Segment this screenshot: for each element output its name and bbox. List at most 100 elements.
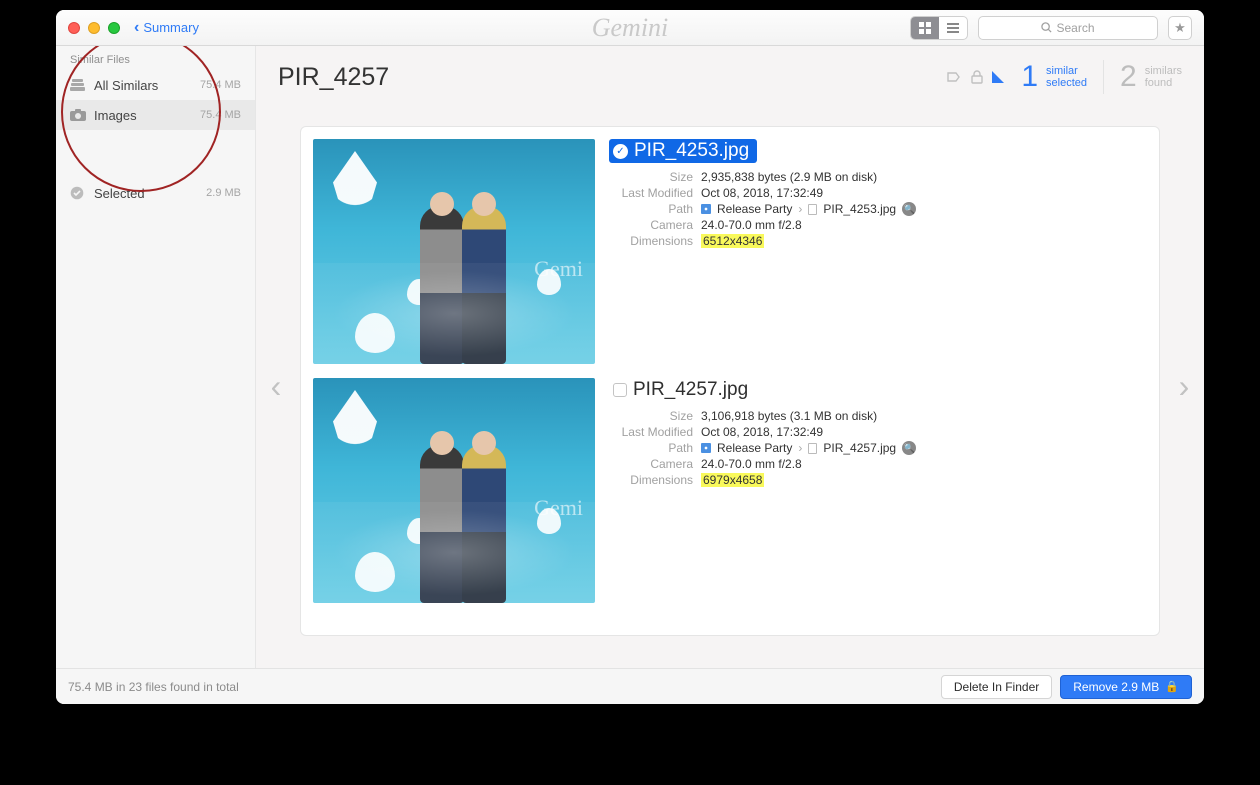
footer: 75.4 MB in 23 files found in total Delet… [56, 668, 1204, 704]
file-row: Gemi ✓ PIR_4253.jpg Size 2,935,838 bytes … [313, 139, 1147, 364]
meta-key: Camera [609, 457, 693, 471]
view-toggle [910, 16, 968, 40]
meta-value: Oct 08, 2018, 17:32:49 [701, 425, 823, 439]
sidebar-item-size: 75.4 MB [200, 79, 241, 91]
lock-icon: 🔒 [1165, 680, 1179, 693]
stat-found: 2 similarsfound [1120, 60, 1182, 94]
thumbnail-image[interactable]: Gemi [313, 139, 595, 364]
favorites-button[interactable]: ★ [1168, 16, 1192, 40]
meta-value-path: Release Party › PIR_4257.jpg 🔍 [701, 441, 916, 455]
app-window: ‹ Summary Gemini Search ★ Simila [56, 10, 1204, 704]
grid-icon [919, 22, 931, 34]
file-details: PIR_4257.jpg Size 3,106,918 bytes (3.1 MB… [609, 378, 1147, 603]
delete-in-finder-button[interactable]: Delete In Finder [941, 675, 1052, 699]
sidebar-item-label: Selected [94, 186, 145, 201]
search-placeholder: Search [1056, 21, 1094, 35]
sidebar-item-label: Images [94, 108, 137, 123]
stack-icon [70, 79, 86, 92]
file-details: ✓ PIR_4253.jpg Size 2,935,838 bytes (2.9 … [609, 139, 1147, 364]
folder-icon [701, 204, 711, 214]
meta-key: Path [609, 202, 693, 216]
tool-icons [947, 70, 1005, 84]
sidebar-item-selected[interactable]: Selected 2.9 MB [56, 178, 255, 208]
chevron-right-icon: › [798, 202, 802, 216]
file-metadata: Size3,106,918 bytes (3.1 MB on disk) Las… [609, 408, 1147, 488]
tag-icon[interactable] [947, 70, 963, 84]
stat-text: similarselected [1046, 65, 1087, 89]
close-window-icon[interactable] [68, 22, 80, 34]
meta-value: 24.0-70.0 mm f/2.8 [701, 457, 802, 471]
meta-key: Dimensions [609, 473, 693, 487]
meta-key: Camera [609, 218, 693, 232]
meta-value: 2,935,838 bytes (2.9 MB on disk) [701, 170, 877, 184]
main-panel: PIR_4257 1 [256, 46, 1204, 668]
meta-key: Size [609, 170, 693, 184]
sidebar-header: Similar Files [56, 50, 255, 70]
file-select-toggle[interactable]: PIR_4257.jpg [609, 378, 756, 402]
sidebar-item-images[interactable]: Images 75.4 MB [56, 100, 255, 130]
folder-icon [701, 443, 711, 453]
zoom-window-icon[interactable] [108, 22, 120, 34]
sidebar-item-label: All Similars [94, 78, 158, 93]
footer-buttons: Delete In Finder Remove 2.9 MB 🔒 [941, 675, 1192, 699]
sidebar-item-all-similars[interactable]: All Similars 75.4 MB [56, 70, 255, 100]
status-text: 75.4 MB in 23 files found in total [68, 680, 239, 694]
content-wrap: ‹ Gemi ✓ PIR_4253. [256, 104, 1204, 668]
reveal-in-finder-button[interactable]: 🔍 [902, 441, 916, 455]
document-icon [808, 443, 817, 454]
meta-value: 6979x4658 [701, 473, 764, 487]
thumbnail-image[interactable]: Gemi [313, 378, 595, 603]
back-label: Summary [143, 20, 199, 35]
meta-key: Dimensions [609, 234, 693, 248]
divider [1103, 60, 1104, 94]
stat-number: 2 [1120, 60, 1137, 94]
meta-value: Oct 08, 2018, 17:32:49 [701, 186, 823, 200]
page-title: PIR_4257 [278, 63, 389, 92]
list-view-button[interactable] [939, 17, 967, 39]
lock-icon[interactable] [971, 70, 983, 84]
meta-key: Size [609, 409, 693, 423]
chevron-right-icon: › [1179, 368, 1190, 405]
next-button[interactable]: › [1164, 368, 1204, 405]
file-name: PIR_4253.jpg [634, 140, 749, 162]
meta-value: 3,106,918 bytes (3.1 MB on disk) [701, 409, 877, 423]
meta-value: 6512x4346 [701, 234, 764, 248]
minimize-window-icon[interactable] [88, 22, 100, 34]
meta-key: Last Modified [609, 186, 693, 200]
sidebar: Similar Files All Similars 75.4 MB Image… [56, 46, 256, 668]
traffic-lights [68, 22, 120, 34]
list-icon [947, 23, 959, 33]
search-input[interactable]: Search [978, 16, 1158, 40]
meta-value: 24.0-70.0 mm f/2.8 [701, 218, 802, 232]
stat-text: similarsfound [1145, 65, 1182, 89]
main-header: PIR_4257 1 [256, 46, 1204, 104]
camera-icon [70, 109, 86, 121]
meta-value-path: Release Party › PIR_4253.jpg 🔍 [701, 202, 916, 216]
chevron-right-icon: › [798, 441, 802, 455]
back-button[interactable]: ‹ Summary [134, 19, 199, 37]
file-metadata: Size 2,935,838 bytes (2.9 MB on disk) Las… [609, 169, 1147, 249]
body: Similar Files All Similars 75.4 MB Image… [56, 46, 1204, 668]
header-right: 1 similarselected 2 similarsfound [947, 60, 1182, 94]
file-name: PIR_4257.jpg [633, 379, 748, 401]
triangle-icon[interactable] [991, 70, 1005, 84]
comparison-card: Gemi ✓ PIR_4253.jpg Size 2,935,838 bytes … [300, 126, 1160, 636]
sidebar-item-size: 2.9 MB [206, 187, 241, 199]
prev-button[interactable]: ‹ [256, 368, 296, 405]
stat-selected: 1 similarselected [1021, 60, 1087, 94]
file-select-toggle[interactable]: ✓ PIR_4253.jpg [609, 139, 757, 163]
checkmark-icon: ✓ [613, 144, 628, 159]
stat-number: 1 [1021, 60, 1038, 94]
sidebar-item-size: 75.4 MB [200, 109, 241, 121]
chevron-left-icon: ‹ [134, 19, 139, 37]
titlebar: ‹ Summary Gemini Search ★ [56, 10, 1204, 46]
star-icon: ★ [1174, 20, 1186, 36]
grid-view-button[interactable] [911, 17, 939, 39]
titlebar-right: Search ★ [910, 16, 1192, 40]
app-logo: Gemini [592, 13, 669, 43]
meta-key: Path [609, 441, 693, 455]
chevron-left-icon: ‹ [271, 368, 282, 405]
reveal-in-finder-button[interactable]: 🔍 [902, 202, 916, 216]
search-icon [1041, 22, 1052, 33]
remove-button[interactable]: Remove 2.9 MB 🔒 [1060, 675, 1192, 699]
